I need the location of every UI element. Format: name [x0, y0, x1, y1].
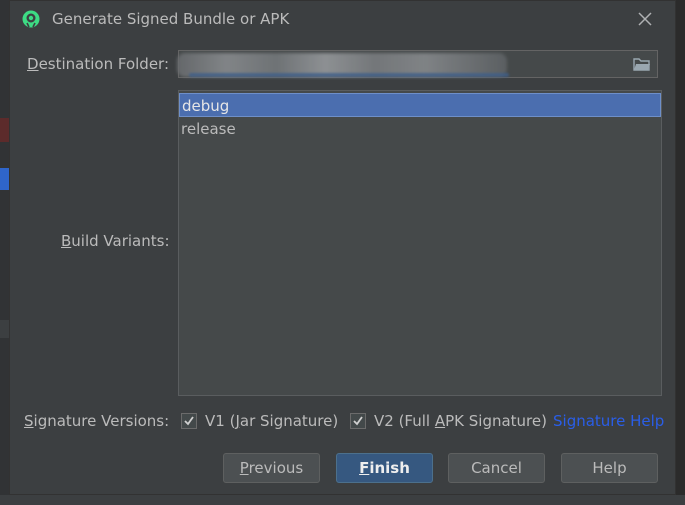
folder-icon[interactable]	[633, 56, 651, 72]
help-button[interactable]: Help	[561, 453, 658, 483]
v1-checkbox[interactable]	[181, 413, 197, 429]
close-icon[interactable]	[633, 7, 657, 31]
v2-checkbox[interactable]	[350, 413, 366, 429]
variant-item-release[interactable]: release	[179, 117, 661, 141]
dialog-titlebar: Generate Signed Bundle or APK	[10, 1, 675, 39]
destination-folder-field[interactable]	[177, 50, 658, 78]
signature-help-link[interactable]: Signature Help	[553, 412, 664, 430]
v1-checkbox-label[interactable]: V1 (Jar Signature)	[205, 412, 338, 430]
build-variants-list[interactable]: debug release	[178, 90, 662, 396]
cancel-button[interactable]: Cancel	[448, 453, 545, 483]
redacted-path-underline	[189, 73, 509, 77]
build-variants-label: Build Variants:	[61, 232, 170, 250]
v2-checkbox-label[interactable]: V2 (Full APK Signature)	[374, 412, 547, 430]
generate-signed-bundle-dialog: Generate Signed Bundle or APK Destinatio…	[9, 0, 676, 495]
dialog-title: Generate Signed Bundle or APK	[52, 10, 290, 28]
variant-item-debug[interactable]: debug	[179, 93, 661, 117]
signature-versions-label: Signature Versions:	[24, 412, 170, 430]
finish-button[interactable]: Finish	[336, 453, 433, 483]
android-studio-icon	[22, 10, 40, 28]
destination-folder-label: Destination Folder:	[27, 55, 169, 73]
background-ide-statusbar	[0, 495, 685, 505]
previous-button[interactable]: Previous	[223, 453, 320, 483]
